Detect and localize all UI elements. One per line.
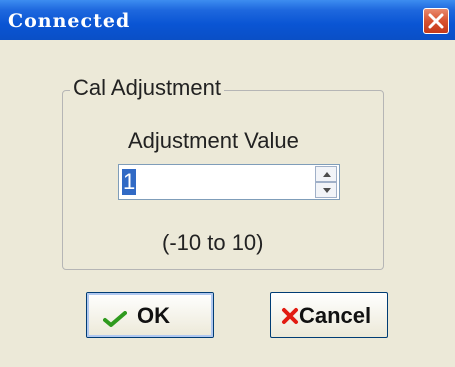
ok-label: OK — [137, 303, 170, 328]
group-legend: Cal Adjustment — [70, 75, 224, 101]
checkmark-icon — [103, 311, 127, 327]
ok-button[interactable]: OK — [86, 292, 214, 338]
cross-icon — [282, 308, 298, 324]
arrow-down-icon — [323, 188, 331, 193]
adjustment-value-field[interactable]: 1 — [122, 169, 137, 195]
spin-down-button[interactable] — [315, 182, 337, 198]
spin-up-button[interactable] — [315, 166, 337, 182]
arrow-up-icon — [323, 172, 331, 177]
range-hint: (-10 to 10) — [162, 230, 264, 255]
adjustment-spinner[interactable]: 1 — [118, 164, 340, 200]
close-icon — [428, 13, 444, 29]
window-title: Connected — [8, 10, 131, 32]
adjustment-value-label: Adjustment Value — [128, 128, 299, 153]
cancel-button[interactable]: Cancel — [270, 292, 388, 338]
close-button[interactable] — [423, 8, 449, 34]
title-bar[interactable]: Connected — [0, 0, 455, 40]
cancel-label: Cancel — [299, 303, 372, 328]
